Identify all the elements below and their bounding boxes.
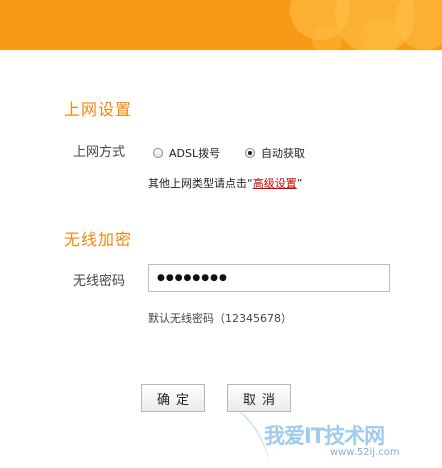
wireless-password-input[interactable]: ●●●●●●●● bbox=[148, 264, 390, 292]
password-mask: ●●●●●●●● bbox=[157, 273, 228, 283]
radio-auto-label: 自动获取 bbox=[261, 147, 305, 160]
connection-method-label: 上网方式 bbox=[73, 145, 126, 160]
radio-adsl[interactable]: ADSL拨号 bbox=[153, 145, 220, 161]
internet-settings-title: 上网设置 bbox=[64, 100, 133, 119]
advanced-settings-link[interactable]: 高级设置 bbox=[253, 177, 297, 190]
wireless-password-label: 无线密码 bbox=[73, 274, 126, 289]
wireless-encryption-title: 无线加密 bbox=[64, 230, 133, 249]
default-password-hint: 默认无线密码（12345678） bbox=[148, 312, 292, 325]
watermark-url: www.52ij.com bbox=[330, 447, 400, 458]
radio-adsl-circle[interactable] bbox=[153, 148, 163, 158]
radio-adsl-label: ADSL拨号 bbox=[169, 147, 221, 160]
advanced-hint-prefix: 其他上网类型请点击“ bbox=[148, 177, 253, 190]
radio-auto[interactable]: 自动获取 bbox=[245, 145, 305, 161]
watermark-text: 我爱IT技术网 bbox=[264, 424, 385, 448]
header-banner bbox=[0, 0, 442, 50]
confirm-button[interactable]: 确定 bbox=[141, 384, 205, 412]
radio-auto-circle[interactable] bbox=[245, 148, 255, 158]
advanced-hint-suffix: ” bbox=[296, 177, 303, 190]
advanced-hint: 其他上网类型请点击“高级设置” bbox=[148, 175, 302, 191]
